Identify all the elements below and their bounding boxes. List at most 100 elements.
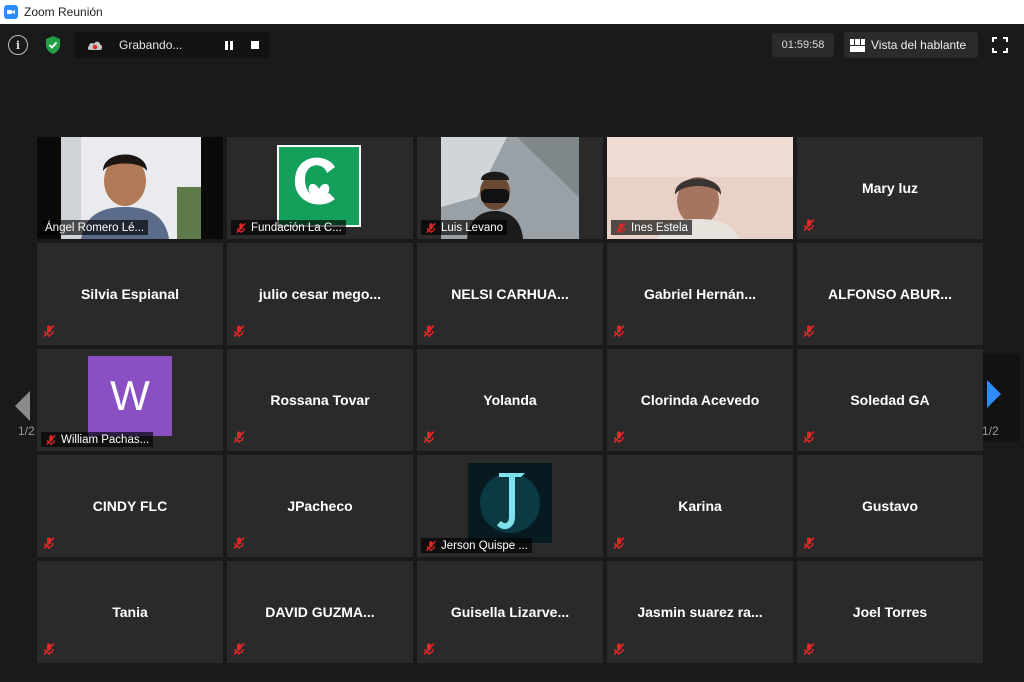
info-icon[interactable]: i (8, 35, 28, 55)
participant-name: Tania (112, 604, 148, 620)
participant-tile[interactable]: W William Pachas... (37, 349, 223, 451)
participant-tile[interactable]: julio cesar mego... (227, 243, 413, 345)
participant-tile[interactable]: Clorinda Acevedo (607, 349, 793, 451)
muted-mic-icon (42, 324, 56, 338)
participant-name: Yolanda (483, 392, 537, 408)
muted-mic-icon (612, 642, 626, 656)
muted-mic-icon (612, 536, 626, 550)
participant-name-label: Ángel Romero Lé... (41, 220, 149, 235)
muted-mic-icon (42, 642, 56, 656)
participant-tile[interactable]: Ines Estela (607, 137, 793, 239)
participant-tile[interactable]: Jasmin suarez ra... (607, 561, 793, 663)
muted-mic-icon (802, 430, 816, 444)
muted-mic-icon (232, 642, 246, 656)
muted-mic-icon (802, 324, 816, 338)
participant-name: NELSI CARHUA... (451, 286, 569, 302)
muted-mic-icon (612, 324, 626, 338)
participant-tile[interactable]: Joel Torres (797, 561, 983, 663)
info-glyph: i (15, 38, 21, 52)
page-indicator-right: 1/2 (982, 424, 999, 438)
speaker-view-label: Vista del hablante (871, 38, 967, 52)
participant-avatar: W (88, 356, 172, 436)
participant-name: Jerson Quispe ... (441, 539, 528, 552)
pause-recording-button[interactable] (225, 41, 233, 50)
participant-name: William Pachas... (61, 433, 150, 446)
muted-mic-icon (422, 324, 436, 338)
participant-tile[interactable]: Rossana Tovar (227, 349, 413, 451)
recording-label: Grabando... (119, 38, 183, 52)
muted-mic-icon (232, 430, 246, 444)
participant-name: Karina (678, 498, 722, 514)
participant-name: JPacheco (287, 498, 353, 514)
participant-tile[interactable]: Silvia Espianal (37, 243, 223, 345)
participant-name: CINDY FLC (92, 498, 168, 514)
participant-name: Luis Levano (441, 221, 504, 234)
participant-tile[interactable]: Gabriel Hernán... (607, 243, 793, 345)
meeting-area: i Grabando... 01:59:58 Vista del hablant… (0, 24, 1024, 682)
participant-name: Clorinda Acevedo (640, 392, 760, 408)
participant-name: Gustavo (861, 498, 918, 514)
participant-tile[interactable]: Gustavo (797, 455, 983, 557)
participant-tile[interactable]: DAVID GUZMA... (227, 561, 413, 663)
participant-name: Rossana Tovar (270, 392, 370, 408)
muted-mic-icon (42, 536, 56, 550)
participant-name: Soledad GA (850, 392, 930, 408)
participant-tile[interactable]: Guisella Lizarve... (417, 561, 603, 663)
participant-name-label: William Pachas... (41, 432, 154, 447)
participant-tile[interactable]: Tania (37, 561, 223, 663)
avatar-letter: W (110, 372, 150, 419)
participant-name-label: Ines Estela (611, 220, 692, 235)
participant-name: Ángel Romero Lé... (45, 221, 145, 234)
participant-tile[interactable]: Karina (607, 455, 793, 557)
participant-name: Ines Estela (631, 221, 688, 234)
meeting-topbar: i Grabando... 01:59:58 Vista del hablant… (0, 32, 1024, 58)
shield-icon[interactable] (42, 34, 64, 56)
participant-name: Guisella Lizarve... (450, 604, 570, 620)
participant-name: julio cesar mego... (258, 286, 382, 302)
participant-name-label: Luis Levano (421, 220, 508, 235)
muted-mic-icon (425, 540, 437, 552)
muted-mic-icon (235, 222, 247, 234)
window-title: Zoom Reunión (24, 5, 103, 19)
muted-mic-icon (45, 434, 57, 446)
participant-tile[interactable]: Luis Levano (417, 137, 603, 239)
zoom-logo-icon (4, 5, 18, 19)
participant-name-label: Fundación La C... (231, 220, 346, 235)
participant-tile[interactable]: Soledad GA (797, 349, 983, 451)
participant-name: Mary luz (861, 180, 918, 196)
speaker-view-icon (850, 38, 865, 52)
muted-mic-icon (612, 430, 626, 444)
participant-name-label: Jerson Quispe ... (421, 538, 532, 553)
participant-name: Joel Torres (852, 604, 928, 620)
participant-tile[interactable]: JPacheco (227, 455, 413, 557)
participant-tile[interactable]: CINDY FLC (37, 455, 223, 557)
participant-name: Silvia Espianal (80, 286, 180, 302)
muted-mic-icon (802, 642, 816, 656)
participant-tile[interactable]: Fundación La C... (227, 137, 413, 239)
recording-indicator: Grabando... (74, 32, 270, 58)
muted-mic-icon (232, 324, 246, 338)
participant-name: Fundación La C... (251, 221, 342, 234)
participant-tile[interactable]: Jerson Quispe ... (417, 455, 603, 557)
participant-name: Gabriel Hernán... (643, 286, 757, 302)
muted-mic-icon (422, 642, 436, 656)
cloud-record-icon (87, 41, 103, 50)
participant-tile[interactable]: ALFONSO ABUR... (797, 243, 983, 345)
speaker-view-button[interactable]: Vista del hablante (844, 32, 978, 58)
participant-tile[interactable]: Ángel Romero Lé... (37, 137, 223, 239)
fullscreen-icon[interactable] (992, 37, 1008, 53)
participant-tile[interactable]: Yolanda (417, 349, 603, 451)
participant-name: ALFONSO ABUR... (828, 286, 952, 302)
title-bar: Zoom Reunión (0, 0, 1024, 24)
muted-mic-icon (425, 222, 437, 234)
muted-mic-icon (422, 430, 436, 444)
meeting-timer: 01:59:58 (772, 33, 834, 57)
participant-tile[interactable]: NELSI CARHUA... (417, 243, 603, 345)
participant-name: Jasmin suarez ra... (637, 604, 763, 620)
muted-mic-icon (802, 218, 816, 232)
page-indicator-left: 1/2 (18, 424, 35, 438)
muted-mic-icon (232, 536, 246, 550)
stop-recording-button[interactable] (251, 41, 259, 49)
participant-tile[interactable]: Mary luz (797, 137, 983, 239)
muted-mic-icon (615, 222, 627, 234)
